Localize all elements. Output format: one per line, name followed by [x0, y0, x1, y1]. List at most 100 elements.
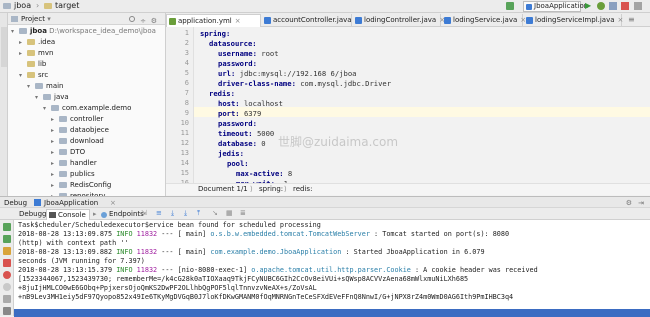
tree-item[interactable]: ▸ RedisConfig: [51, 180, 111, 191]
tree-item-label: RedisConfig: [70, 181, 112, 189]
code-line: database: 0: [218, 139, 266, 149]
chevron-down-icon[interactable]: ▾: [11, 26, 19, 37]
folder-icon: [19, 28, 27, 34]
tree-item[interactable]: ▸ DTO: [51, 147, 85, 158]
project-icon: [11, 16, 18, 22]
chevron-right-icon[interactable]: ▸: [51, 180, 59, 191]
stop-icon[interactable]: [3, 259, 11, 267]
yaml-key: password:: [218, 119, 257, 128]
stop-icon[interactable]: [621, 2, 629, 10]
project-tool-tab[interactable]: [1, 27, 7, 67]
chevron-down-icon[interactable]: ▾: [27, 81, 35, 92]
view-breakpoints-icon[interactable]: [3, 271, 11, 279]
tree-item[interactable]: ▾ com.example.demo: [43, 103, 131, 114]
tree-item[interactable]: ▸ handler: [51, 158, 97, 169]
console-text: --- [nio-8080-exec-1]: [157, 266, 252, 274]
structure-icon[interactable]: [634, 2, 642, 10]
chevron-down-icon[interactable]: ▾: [43, 103, 51, 114]
folder-icon: [51, 105, 59, 111]
run-icon[interactable]: ▶: [585, 2, 593, 10]
chevron-right-icon[interactable]: ▸: [51, 147, 59, 158]
debug-subtabs: Debugger Console ▸ Endpoints ⇲ ≡ ⤓ ⤓ ⤒ ↘…: [0, 208, 650, 220]
code-editor[interactable]: spring: datasource: username: root password…: [194, 27, 650, 183]
run-config-select[interactable]: JboaApplication: [523, 1, 588, 12]
editor-tab[interactable]: application.yml ×: [166, 14, 261, 27]
chevron-down-icon[interactable]: ▾: [47, 15, 51, 23]
step-out-icon[interactable]: ⤒: [197, 209, 200, 218]
folder-icon: [59, 138, 67, 144]
file-icon: [264, 17, 271, 24]
tree-item[interactable]: ▾ src: [19, 70, 48, 81]
chevron-down-icon[interactable]: ▾: [19, 70, 27, 81]
tree-item-label: publics: [70, 170, 95, 178]
project-panel-title[interactable]: Project: [21, 15, 45, 23]
yaml-key: spring:: [200, 29, 231, 38]
tree-item[interactable]: ▾ jboa D:\workspace_idea_demo\jboa: [11, 26, 156, 37]
debug-icon[interactable]: [597, 2, 605, 10]
tab-endpoints[interactable]: Endpoints: [100, 209, 147, 220]
breadcrumb-folder[interactable]: target: [55, 1, 79, 10]
settings-icon[interactable]: [3, 307, 11, 315]
force-step-icon[interactable]: ⤓: [184, 209, 187, 218]
close-icon[interactable]: ×: [235, 17, 241, 25]
camera-icon[interactable]: [3, 295, 11, 303]
line-number: 9: [184, 109, 189, 117]
coverage-icon[interactable]: [609, 2, 617, 10]
console-output[interactable]: Task$cheduler/Scheduledexecutor$ervice b…: [14, 220, 650, 316]
chevron-right-icon[interactable]: ▸: [51, 114, 59, 125]
chevron-down-icon[interactable]: ▾: [35, 92, 43, 103]
tree-item-label: java: [54, 93, 69, 101]
console-line: Task$cheduler/Scheduledexecutor$ervice b…: [18, 221, 321, 230]
close-icon[interactable]: ×: [618, 16, 624, 24]
rerun-icon[interactable]: [3, 223, 11, 231]
evaluate-icon[interactable]: ▦: [226, 209, 233, 217]
editor-tab[interactable]: lodingServiceImpl.java ×: [524, 14, 624, 27]
tab-console[interactable]: Console: [46, 209, 90, 220]
mute-breakpoints-icon[interactable]: [3, 283, 11, 291]
chevron-right-icon[interactable]: ▸: [51, 158, 59, 169]
chevron-right-icon[interactable]: ▸: [51, 169, 59, 180]
chevron-right-icon[interactable]: ▸: [51, 136, 59, 147]
step-over-icon[interactable]: ≡: [156, 209, 162, 217]
expand-icon[interactable]: ⇲: [141, 209, 147, 217]
tree-item[interactable]: ▸ mvn: [19, 48, 53, 59]
tree-item[interactable]: lib: [19, 59, 46, 70]
run-to-cursor-icon[interactable]: ↘: [212, 209, 218, 217]
folder-icon: [27, 50, 35, 56]
tree-item[interactable]: ▸ .idea: [19, 37, 55, 48]
console-text: INFO: [116, 230, 133, 238]
yaml-value: localhost: [239, 99, 283, 108]
tree-item[interactable]: ▸ download: [51, 136, 104, 147]
tree-item[interactable]: ▸ publics: [51, 169, 95, 180]
trace-icon[interactable]: ≣: [240, 209, 246, 217]
folder-icon: [27, 61, 35, 67]
breadcrumb-item[interactable]: redis:: [293, 184, 312, 195]
target-icon[interactable]: [129, 16, 135, 22]
breadcrumb-project[interactable]: jboa: [14, 1, 31, 10]
tab-endpoints-label: Endpoints: [109, 210, 144, 218]
watermark: 世脚@zuidaima.com: [278, 135, 399, 149]
editor-tab[interactable]: lodingController.java ×: [353, 14, 445, 27]
folder-icon: [27, 39, 35, 45]
console-icon: [49, 212, 56, 218]
breadcrumb-item[interactable]: spring:: [259, 184, 283, 195]
tree-item[interactable]: ▸ controller: [51, 114, 103, 125]
document-position: Document 1/1: [198, 185, 248, 193]
chevron-right-icon[interactable]: ▸: [51, 125, 59, 136]
pause-icon[interactable]: [3, 247, 11, 255]
chevron-right-icon[interactable]: ▸: [19, 37, 27, 48]
tree-item[interactable]: ▾ java: [35, 92, 69, 103]
step-into-icon[interactable]: ⤓: [171, 209, 174, 218]
tree-item[interactable]: ▾ main: [27, 81, 64, 92]
editor-tab[interactable]: accountController.java×: [262, 14, 360, 27]
code-line: host: localhost: [218, 99, 283, 109]
line-number: 13: [180, 149, 189, 157]
resume-icon[interactable]: [3, 235, 11, 243]
chevron-right-icon[interactable]: ▸: [19, 48, 27, 59]
chevron-down-icon[interactable]: ▸: [90, 209, 100, 220]
build-icon[interactable]: [506, 2, 514, 10]
more-tabs-icon[interactable]: ≡: [628, 15, 635, 24]
editor-tab[interactable]: lodingService.java ×: [442, 14, 526, 27]
tree-item[interactable]: ▸ dataobjece: [51, 125, 109, 136]
tree-item-label: handler: [70, 159, 97, 167]
